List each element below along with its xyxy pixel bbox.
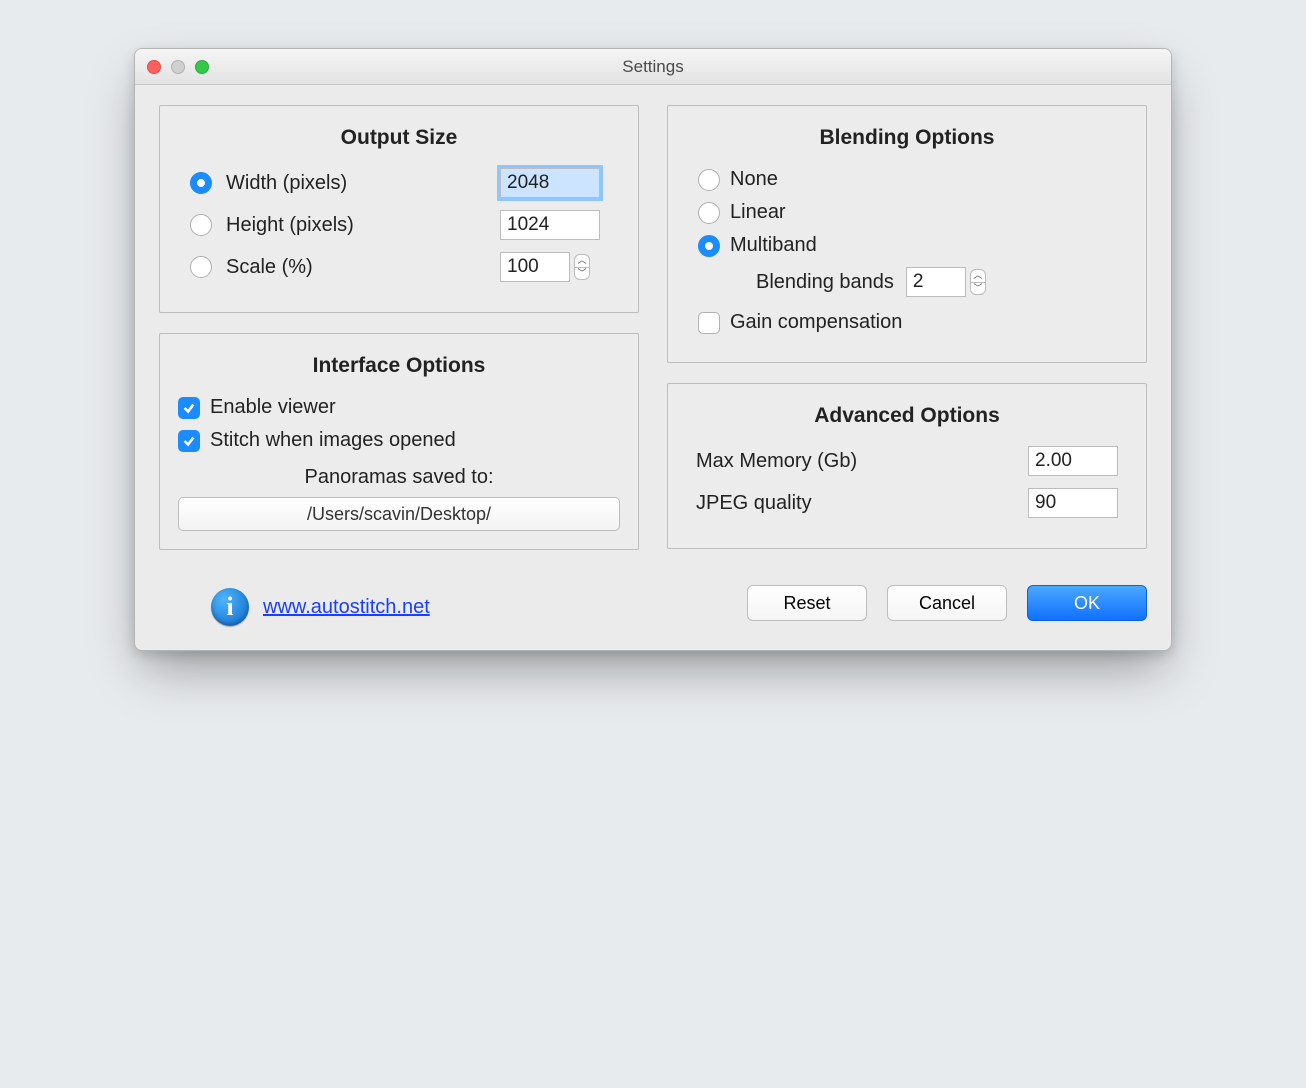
max-memory-row: Max Memory (Gb) [696,446,1118,476]
saved-path-button[interactable]: /Users/scavin/Desktop/ [178,497,620,531]
scale-input[interactable] [500,252,570,282]
height-label: Height (pixels) [226,214,492,237]
blending-bands-spinner: ︿ ﹀ [906,267,986,297]
cancel-button[interactable]: Cancel [887,585,1007,621]
bands-step-up[interactable]: ︿ [970,269,986,282]
reset-button[interactable]: Reset [747,585,867,621]
blending-linear-label: Linear [730,201,786,224]
height-row: Height (pixels) [178,210,620,240]
interface-options-title: Interface Options [178,354,620,378]
content: Output Size Width (pixels) Height (pixel… [135,85,1171,650]
scale-step-up[interactable]: ︿ [574,254,590,267]
left-column: Output Size Width (pixels) Height (pixel… [159,105,639,626]
blending-bands-label: Blending bands [756,271,894,294]
blending-options-group: Blending Options None Linear Multiband B… [667,105,1147,363]
scale-label: Scale (%) [226,256,492,279]
blending-none-label: None [730,168,778,191]
saved-to-label: Panoramas saved to: [178,466,620,489]
blending-none-radio[interactable] [698,169,720,191]
advanced-options-group: Advanced Options Max Memory (Gb) JPEG qu… [667,383,1147,549]
blending-bands-row: Blending bands ︿ ﹀ [756,267,1128,297]
max-memory-input[interactable] [1028,446,1118,476]
blending-options-title: Blending Options [686,126,1128,150]
window-title: Settings [135,57,1171,77]
scale-spinner: ︿ ﹀ [500,252,620,282]
jpeg-quality-label: JPEG quality [696,492,812,515]
width-row: Width (pixels) [178,168,620,198]
buttons-row: Reset Cancel OK [667,585,1147,621]
advanced-options-title: Advanced Options [686,404,1128,428]
width-input[interactable] [500,168,600,198]
link-row: i www.autostitch.net [211,588,639,626]
max-memory-label: Max Memory (Gb) [696,450,857,473]
info-icon: i [211,588,249,626]
blending-none-row: None [698,168,1128,191]
stitch-checkbox[interactable] [178,430,200,452]
width-radio[interactable] [190,172,212,194]
height-radio[interactable] [190,214,212,236]
width-label: Width (pixels) [226,172,492,195]
blending-multiband-row: Multiband [698,234,1128,257]
bands-step-down[interactable]: ﹀ [970,282,986,295]
blending-linear-row: Linear [698,201,1128,224]
settings-window: Settings Output Size Width (pixels) Heig… [134,48,1172,651]
scale-row: Scale (%) ︿ ﹀ [178,252,620,282]
blending-multiband-radio[interactable] [698,235,720,257]
right-column: Blending Options None Linear Multiband B… [667,105,1147,626]
enable-viewer-row: Enable viewer [178,396,620,419]
stitch-row: Stitch when images opened [178,429,620,452]
stitch-label: Stitch when images opened [210,429,456,452]
titlebar: Settings [135,49,1171,85]
enable-viewer-checkbox[interactable] [178,397,200,419]
blending-multiband-label: Multiband [730,234,817,257]
jpeg-quality-row: JPEG quality [696,488,1118,518]
ok-button[interactable]: OK [1027,585,1147,621]
jpeg-quality-input[interactable] [1028,488,1118,518]
gain-row: Gain compensation [698,311,1128,334]
blending-linear-radio[interactable] [698,202,720,224]
scale-step-down[interactable]: ﹀ [574,267,590,280]
output-size-title: Output Size [178,126,620,150]
enable-viewer-label: Enable viewer [210,396,336,419]
interface-options-group: Interface Options Enable viewer Stitch w… [159,333,639,550]
scale-radio[interactable] [190,256,212,278]
gain-label: Gain compensation [730,311,902,334]
website-link[interactable]: www.autostitch.net [263,596,430,619]
blending-bands-input[interactable] [906,267,966,297]
height-input[interactable] [500,210,600,240]
output-size-group: Output Size Width (pixels) Height (pixel… [159,105,639,313]
gain-checkbox[interactable] [698,312,720,334]
